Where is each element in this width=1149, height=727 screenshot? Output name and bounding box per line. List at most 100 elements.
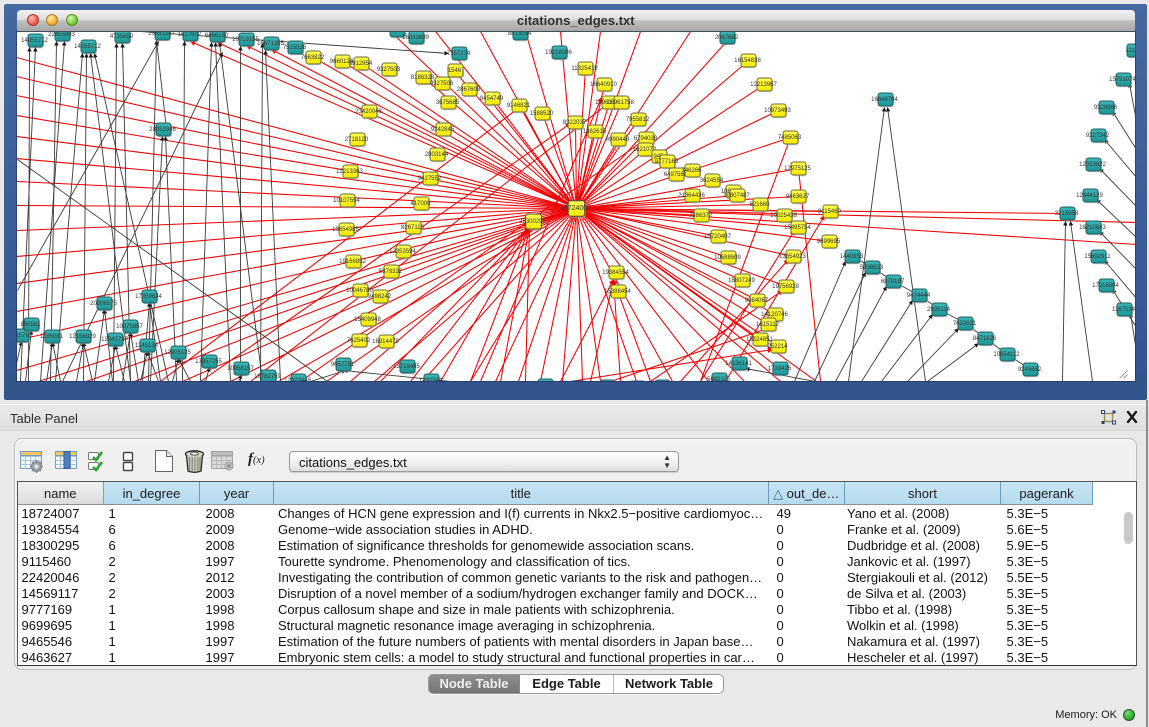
svg-text:13654923: 13654923	[779, 254, 806, 260]
svg-text:5682115: 5682115	[707, 377, 731, 381]
svg-text:15495754: 15495754	[784, 225, 811, 231]
svg-text:9327506: 9327506	[429, 81, 453, 87]
svg-text:19384554: 19384554	[602, 270, 629, 276]
svg-text:10688609: 10688609	[714, 255, 741, 261]
svg-text:1527602: 1527602	[177, 32, 201, 38]
svg-text:19756928: 19756928	[772, 284, 799, 290]
svg-text:19654985: 19654985	[332, 227, 359, 233]
svg-text:20206576: 20206576	[90, 301, 117, 307]
svg-text:19218506: 19218506	[545, 50, 572, 56]
svg-text:1733426: 1733426	[767, 366, 791, 372]
svg-text:25300295: 25300295	[519, 219, 546, 225]
svg-text:417006: 417006	[410, 201, 431, 207]
svg-text:17016504: 17016504	[1092, 283, 1119, 289]
svg-text:10975857: 10975857	[116, 324, 143, 330]
svg-text:22455603: 22455603	[48, 32, 75, 38]
svg-text:10807487: 10807487	[723, 193, 750, 199]
svg-text:16154838: 16154838	[734, 58, 761, 64]
svg-text:12353594: 12353594	[389, 249, 416, 255]
svg-text:2935114: 2935114	[927, 307, 951, 313]
svg-text:17359634: 17359634	[135, 294, 162, 300]
svg-text:7485063: 7485063	[777, 135, 801, 141]
svg-text:16961758: 16961758	[607, 100, 634, 106]
svg-text:3915761: 3915761	[17, 333, 33, 339]
svg-text:8322037: 8322037	[562, 120, 586, 126]
svg-text:12923448: 12923448	[284, 378, 311, 381]
svg-text:16648784: 16648784	[871, 97, 898, 103]
svg-text:9084067: 9084067	[744, 298, 768, 304]
svg-text:18724007: 18724007	[559, 205, 590, 212]
svg-text:10046780: 10046780	[346, 288, 373, 294]
svg-text:16640910: 16640910	[590, 82, 617, 88]
svg-text:9498242: 9498242	[367, 294, 391, 300]
svg-text:2867608: 2867608	[456, 87, 480, 93]
svg-text:10025438: 10025438	[770, 213, 797, 219]
svg-text:8813054: 8813054	[507, 32, 531, 37]
svg-text:7515526: 7515526	[282, 45, 306, 51]
svg-text:7955812: 7955812	[625, 117, 649, 123]
svg-text:5878332: 5878332	[378, 269, 402, 275]
svg-text:1195081: 1195081	[40, 334, 64, 340]
svg-text:4735650: 4735650	[109, 34, 133, 40]
svg-text:14055712: 14055712	[74, 44, 101, 50]
svg-text:8454749: 8454749	[479, 96, 503, 102]
svg-text:6879197: 6879197	[880, 279, 904, 285]
svg-text:8471626: 8471626	[972, 336, 996, 342]
svg-text:1167534: 1167534	[1112, 307, 1135, 313]
svg-text:6466160: 6466160	[204, 33, 228, 39]
svg-text:14120746: 14120746	[761, 312, 788, 318]
svg-text:9245652: 9245652	[1017, 367, 1041, 373]
svg-text:10107554: 10107554	[333, 198, 360, 204]
svg-text:19166852: 19166852	[339, 259, 366, 265]
svg-text:9146821: 9146821	[506, 103, 530, 109]
svg-text:15751074: 15751074	[1109, 77, 1135, 83]
svg-text:9226058: 9226058	[384, 32, 408, 34]
svg-text:21364436: 21364436	[678, 193, 705, 199]
svg-text:1440953: 1440953	[839, 254, 863, 260]
svg-text:1362615: 1362615	[582, 129, 606, 135]
svg-text:12033822: 12033822	[1079, 162, 1106, 168]
svg-text:3675685: 3675685	[435, 100, 459, 106]
svg-text:10653287: 10653287	[148, 32, 175, 37]
svg-text:1546: 1546	[447, 68, 461, 74]
svg-text:10654112: 10654112	[993, 352, 1020, 358]
svg-text:9657791: 9657791	[330, 362, 354, 368]
svg-text:18807249: 18807249	[728, 278, 755, 284]
svg-text:16914479: 16914479	[372, 339, 399, 345]
svg-text:10958157: 10958157	[227, 366, 254, 372]
svg-text:11325419: 11325419	[571, 66, 598, 72]
svg-text:12156829: 12156829	[69, 334, 96, 340]
svg-text:14055712: 14055712	[21, 38, 48, 44]
svg-text:9474444: 9474444	[906, 293, 930, 299]
svg-text:16671355: 16671355	[257, 41, 284, 47]
svg-text:7357274: 7357274	[446, 51, 470, 57]
svg-text:8912954: 8912954	[348, 61, 372, 67]
svg-text:12213363: 12213363	[336, 169, 363, 175]
svg-text:16210643: 16210643	[1079, 225, 1106, 231]
svg-text:13716485: 13716485	[393, 364, 420, 370]
svg-text:10719155: 10719155	[232, 37, 259, 43]
svg-text:23420046: 23420046	[355, 109, 382, 115]
svg-text:28053346: 28053346	[149, 127, 176, 133]
svg-text:1145134: 1145134	[135, 343, 159, 349]
svg-text:1615112: 1615112	[756, 322, 780, 328]
svg-text:9115460: 9115460	[818, 209, 842, 215]
svg-text:9463627: 9463627	[785, 194, 809, 200]
svg-text:12213967: 12213967	[750, 82, 777, 88]
svg-text:3215958: 3215958	[1054, 211, 1078, 217]
svg-text:15720407: 15720407	[704, 234, 731, 240]
svg-text:7632621: 7632621	[952, 321, 976, 327]
svg-text:10973493: 10973493	[764, 108, 791, 114]
svg-text:8267110: 8267110	[401, 225, 425, 231]
svg-text:3624554: 3624554	[699, 178, 723, 184]
svg-text:14136141: 14136141	[725, 361, 752, 367]
svg-text:12975125: 12975125	[784, 166, 811, 172]
svg-text:1292344: 1292344	[418, 378, 442, 381]
svg-text:2803144: 2803144	[424, 152, 448, 158]
svg-text:621660: 621660	[749, 202, 770, 208]
svg-text:12444129: 12444129	[1076, 193, 1103, 199]
svg-text:1588520: 1588520	[529, 111, 553, 117]
svg-text:9899695: 9899695	[816, 239, 840, 245]
svg-text:5938923: 5938923	[859, 265, 883, 271]
svg-text:15524851: 15524851	[746, 337, 773, 343]
